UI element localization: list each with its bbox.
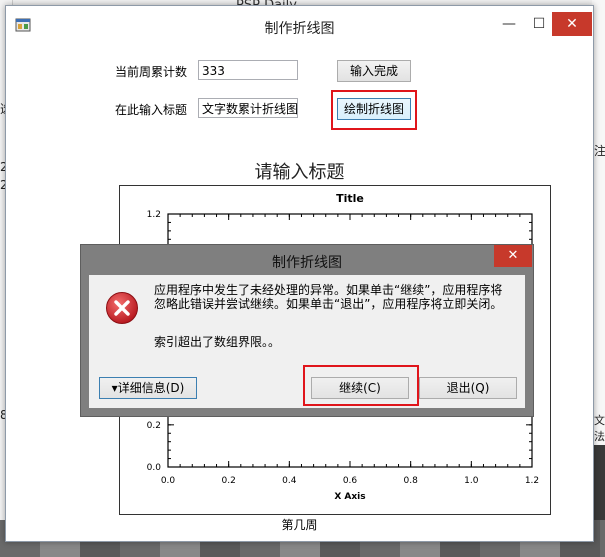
x-axis-label: X Axis <box>334 492 365 502</box>
dialog-detail-text: 索引超出了数组界限。。 <box>154 335 281 349</box>
x-tick-label: 0.4 <box>282 476 297 486</box>
minimize-button[interactable]: — <box>494 12 524 36</box>
dialog-message: 应用程序中发生了未经处理的异常。如果单击“继续”，应用程序将忽略此错误并尝试继续… <box>154 283 503 311</box>
dialog-title: 制作折线图 <box>272 255 342 271</box>
x-tick-label: 0.6 <box>343 476 358 486</box>
x-tick-label: 1.2 <box>525 476 539 486</box>
close-button[interactable]: ✕ <box>552 12 592 36</box>
y-tick-label: 1.2 <box>147 210 161 220</box>
background-fragment: 文法 <box>594 414 605 443</box>
dialog-titlebar[interactable]: 制作折线图 ✕ <box>81 245 533 275</box>
highlight-box-draw <box>331 90 417 130</box>
x-tick-label: 0.8 <box>404 476 419 486</box>
highlight-box-continue <box>303 365 419 406</box>
title-input[interactable]: 文字数累计折线图 <box>198 98 298 118</box>
quit-button[interactable]: 退出(Q) <box>419 377 517 399</box>
dialog-close-button[interactable]: ✕ <box>494 245 532 267</box>
chart-title: Title <box>336 192 364 205</box>
dialog-body: 应用程序中发生了未经处理的异常。如果单击“继续”，应用程序将忽略此错误并尝试继续… <box>89 275 525 408</box>
x-tick-label: 0.2 <box>222 476 236 486</box>
input-done-button[interactable]: 输入完成 <box>337 60 411 82</box>
details-button[interactable]: ▾详细信息(D) <box>99 377 197 399</box>
x-tick-label: 0.0 <box>161 476 176 486</box>
x-tick-label: 1.0 <box>464 476 479 486</box>
chart-heading: 请输入标题 <box>254 162 345 183</box>
maximize-button[interactable]: ☐ <box>524 12 554 36</box>
chart-caption: 第几周 <box>281 518 318 532</box>
title-label: 在此输入标题 <box>115 103 188 117</box>
count-label: 当前周累计数 <box>115 65 188 79</box>
error-icon <box>106 292 138 324</box>
error-dialog: 制作折线图 ✕ 应用程序中发生了未经处理的异常。如果单击“继续”，应用程序将忽略… <box>80 244 534 417</box>
y-tick-label: 0.0 <box>147 463 162 473</box>
background-fragment: 注 <box>594 144 605 158</box>
y-tick-label: 0.2 <box>147 421 161 431</box>
window-titlebar[interactable]: 制作折线图 — ☐ ✕ <box>6 6 593 40</box>
count-input[interactable]: 333 <box>198 60 298 80</box>
